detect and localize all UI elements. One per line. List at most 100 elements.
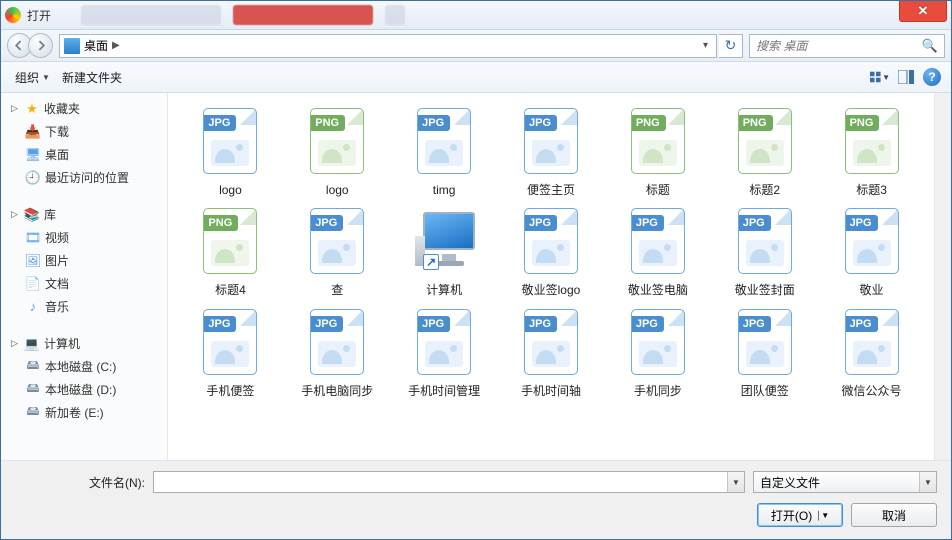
drive-icon: 🖴 — [25, 405, 41, 421]
file-item[interactable]: PNG 标题2 — [712, 105, 817, 197]
sidebar-item-videos[interactable]: 🎞视频 — [1, 226, 167, 249]
sidebar-favorites: ▷ ★ 收藏夹 📥下载 🖥桌面 🕘最近访问的位置 — [1, 97, 167, 189]
search-input[interactable] — [756, 39, 922, 53]
computer-header[interactable]: ▷ 💻 计算机 — [1, 332, 167, 355]
file-thumbnail: PNG — [310, 108, 364, 174]
filetype-badge: PNG — [203, 215, 238, 231]
file-item[interactable]: JPG 敬业签封面 — [712, 205, 817, 297]
sidebar-item-documents[interactable]: 📄文档 — [1, 272, 167, 295]
file-thumbnail: JPG — [203, 108, 257, 174]
view-mode-button[interactable]: ▼ — [869, 66, 891, 88]
filename-dropdown[interactable]: ▼ — [727, 472, 744, 492]
libraries-header[interactable]: ▷ 📚 库 — [1, 203, 167, 226]
drive-icon: 🖴 — [25, 359, 41, 375]
file-item[interactable]: JPG 微信公众号 — [819, 306, 924, 398]
file-name: 敬业签封面 — [735, 283, 795, 297]
sidebar-item-drive-c[interactable]: 🖴本地磁盘 (C:) — [1, 355, 167, 378]
file-item[interactable]: JPG 敬业 — [819, 205, 924, 297]
arrow-left-icon — [14, 40, 25, 51]
file-thumbnail: JPG — [845, 208, 899, 274]
help-button[interactable]: ? — [921, 66, 943, 88]
file-name: logo — [326, 183, 349, 197]
file-item[interactable]: PNG 标题4 — [178, 205, 283, 297]
file-item[interactable]: PNG 标题3 — [819, 105, 924, 197]
filetype-badge: JPG — [631, 215, 664, 231]
dialog-body: ▷ ★ 收藏夹 📥下载 🖥桌面 🕘最近访问的位置 ▷ 📚 库 🎞视频 🖼图片 📄… — [1, 93, 951, 460]
filetype-badge: JPG — [203, 316, 236, 332]
organize-menu[interactable]: 组织 ▼ — [9, 67, 56, 88]
vertical-scrollbar[interactable] — [934, 93, 951, 460]
sidebar-item-music[interactable]: ♪音乐 — [1, 295, 167, 318]
sidebar: ▷ ★ 收藏夹 📥下载 🖥桌面 🕘最近访问的位置 ▷ 📚 库 🎞视频 🖼图片 📄… — [1, 93, 168, 460]
chevron-right-icon: ▶ — [112, 40, 120, 51]
open-button[interactable]: 打开(O) │▼ — [757, 503, 843, 527]
cancel-button[interactable]: 取消 — [851, 503, 937, 527]
favorites-header[interactable]: ▷ ★ 收藏夹 — [1, 97, 167, 120]
file-item[interactable]: JPG 手机同步 — [605, 306, 710, 398]
filetype-dropdown[interactable]: ▼ — [919, 472, 936, 492]
file-grid-area[interactable]: JPG logo PNG logo JPG timg JPG 便签主页 PNG … — [168, 93, 934, 460]
file-item[interactable]: JPG timg — [392, 105, 497, 197]
filename-label: 文件名(N): — [15, 474, 145, 491]
file-thumbnail: JPG — [310, 208, 364, 274]
file-item[interactable]: JPG 敬业签电脑 — [605, 205, 710, 297]
file-item[interactable]: JPG 团队便签 — [712, 306, 817, 398]
filetype-badge: PNG — [631, 115, 666, 131]
recent-icon: 🕘 — [25, 170, 41, 186]
file-thumbnail: JPG — [417, 108, 471, 174]
file-item[interactable]: JPG 手机便签 — [178, 306, 283, 398]
open-split-icon: │▼ — [816, 511, 829, 520]
file-name: 计算机 — [426, 283, 462, 297]
computer-icon: 💻 — [24, 336, 40, 352]
file-item[interactable]: PNG 标题 — [605, 105, 710, 197]
view-icon — [870, 70, 882, 84]
collapse-icon: ▷ — [9, 209, 20, 220]
file-name: 标题4 — [215, 283, 246, 297]
filetype-badge: JPG — [524, 115, 557, 131]
dialog-footer: 文件名(N): ▼ 自定义文件 ▼ 打开(O) │▼ 取消 — [1, 460, 951, 539]
sidebar-item-recent[interactable]: 🕘最近访问的位置 — [1, 166, 167, 189]
preview-pane-button[interactable] — [895, 66, 917, 88]
file-item[interactable]: JPG 手机时间轴 — [499, 306, 604, 398]
file-name: 团队便签 — [741, 384, 789, 398]
close-button[interactable]: ✕ — [899, 1, 947, 22]
filetype-select[interactable]: 自定义文件 ▼ — [753, 471, 937, 493]
file-name: 敬业签电脑 — [628, 283, 688, 297]
search-box[interactable]: 🔍 — [749, 34, 945, 58]
preview-pane-icon — [898, 70, 914, 84]
desktop-icon — [64, 38, 80, 54]
sidebar-item-downloads[interactable]: 📥下载 — [1, 120, 167, 143]
file-item[interactable]: PNG logo — [285, 105, 390, 197]
file-thumbnail: JPG — [524, 108, 578, 174]
forward-button[interactable] — [28, 33, 53, 58]
file-thumbnail: JPG — [738, 309, 792, 375]
sidebar-item-pictures[interactable]: 🖼图片 — [1, 249, 167, 272]
file-item[interactable]: JPG 敬业签logo — [499, 205, 604, 297]
file-name: 敬业签logo — [522, 283, 581, 297]
file-item[interactable]: ↗计算机 — [392, 205, 497, 297]
sidebar-computer: ▷ 💻 计算机 🖴本地磁盘 (C:) 🖴本地磁盘 (D:) 🖴新加卷 (E:) — [1, 332, 167, 424]
new-folder-button[interactable]: 新建文件夹 — [56, 67, 128, 88]
video-icon: 🎞 — [25, 230, 41, 246]
file-item[interactable]: JPG 手机时间管理 — [392, 306, 497, 398]
filename-input[interactable]: ▼ — [153, 471, 745, 493]
file-thumbnail: JPG — [417, 309, 471, 375]
refresh-button[interactable]: ↻ — [719, 34, 743, 58]
sidebar-item-drive-d[interactable]: 🖴本地磁盘 (D:) — [1, 378, 167, 401]
address-bar[interactable]: 桌面 ▶ ▾ — [59, 34, 717, 58]
nav-bar: 桌面 ▶ ▾ ↻ 🔍 — [1, 30, 951, 62]
filetype-badge: JPG — [417, 316, 450, 332]
help-icon: ? — [923, 68, 941, 86]
filetype-badge: JPG — [203, 115, 236, 131]
close-icon: ✕ — [918, 3, 929, 19]
file-name: 标题 — [646, 183, 670, 197]
file-item[interactable]: JPG 便签主页 — [499, 105, 604, 197]
file-item[interactable]: JPG 查 — [285, 205, 390, 297]
file-item[interactable]: JPG logo — [178, 105, 283, 197]
address-dropdown[interactable]: ▾ — [699, 40, 712, 51]
file-item[interactable]: JPG 手机电脑同步 — [285, 306, 390, 398]
sidebar-item-desktop[interactable]: 🖥桌面 — [1, 143, 167, 166]
file-thumbnail: PNG — [631, 108, 685, 174]
sidebar-item-drive-e[interactable]: 🖴新加卷 (E:) — [1, 401, 167, 424]
sidebar-libraries: ▷ 📚 库 🎞视频 🖼图片 📄文档 ♪音乐 — [1, 203, 167, 318]
